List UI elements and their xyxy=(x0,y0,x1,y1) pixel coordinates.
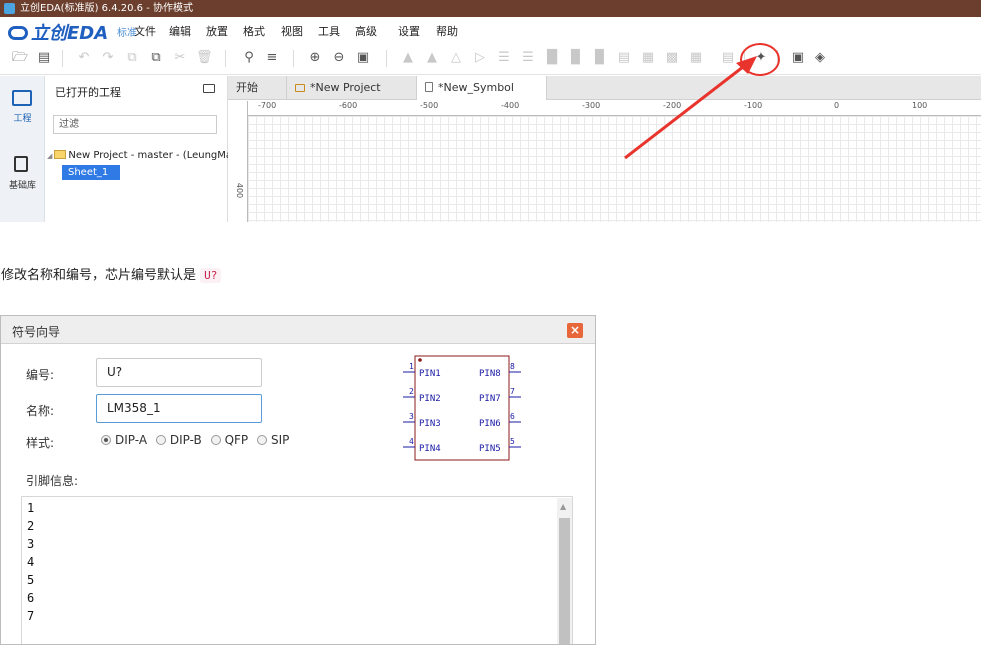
symbol-wizard-dialog: 符号向导 × 编号: U? 名称: LM358_1 样式: DIP-A DIP-… xyxy=(0,315,596,645)
radio-label: QFP xyxy=(224,433,249,447)
pin-line-text: 4 xyxy=(27,555,35,569)
arrow-shaft xyxy=(624,58,753,160)
radio-dip-b[interactable]: DIP-B xyxy=(155,433,202,447)
symbol-preview: 1 2 3 4 PIN1 PIN2 PIN3 PIN4 8 7 6 5 PIN8… xyxy=(403,355,521,461)
pin-name: PIN5 xyxy=(479,444,501,454)
pin-line-text: 6 xyxy=(27,591,35,605)
pin-number: 3 xyxy=(409,412,414,421)
pin-name: PIN1 xyxy=(419,369,441,379)
pin-number: 2 xyxy=(409,387,414,396)
inline-code: U? xyxy=(200,268,222,283)
radio-button-icon[interactable] xyxy=(210,435,221,445)
scroll-up-icon[interactable]: ▲ xyxy=(560,502,566,511)
name-label: 名称: xyxy=(26,404,55,418)
pin-number: 5 xyxy=(510,437,515,446)
pin-name: PIN2 xyxy=(419,394,441,404)
close-icon[interactable]: × xyxy=(567,323,583,338)
pin-name: PIN7 xyxy=(479,394,501,404)
pin-name: PIN4 xyxy=(419,444,441,454)
number-label: 编号: xyxy=(26,368,55,382)
vertical-scrollbar[interactable]: ▲ xyxy=(557,498,572,644)
style-radio-group: DIP-A DIP-B QFP SIP xyxy=(101,433,294,447)
pin1-marker xyxy=(418,358,422,362)
radio-qfp[interactable]: QFP xyxy=(210,433,249,447)
scroll-thumb[interactable] xyxy=(559,518,570,644)
radio-sip[interactable]: SIP xyxy=(257,433,289,447)
right-pins: 8 7 6 5 PIN8 PIN7 PIN6 PIN5 xyxy=(479,362,521,454)
radio-button-icon[interactable] xyxy=(101,435,111,445)
pin-number: 1 xyxy=(409,362,414,371)
pin-number: 6 xyxy=(510,412,515,421)
pin-name: PIN8 xyxy=(479,369,501,379)
pin-number: 7 xyxy=(510,387,515,396)
radio-label: SIP xyxy=(271,433,290,447)
pin-name: PIN3 xyxy=(419,419,441,429)
style-label: 样式: xyxy=(26,436,55,450)
dialog-title: 符号向导 xyxy=(12,325,61,339)
left-pins: 1 2 3 4 PIN1 PIN2 PIN3 PIN4 xyxy=(403,362,441,454)
radio-button-icon[interactable] xyxy=(155,435,166,445)
dialog-header: 符号向导 × xyxy=(1,316,595,344)
radio-label: DIP-B xyxy=(169,433,202,447)
radio-label: DIP-A xyxy=(115,433,148,447)
radio-dip-a[interactable]: DIP-A xyxy=(101,433,147,447)
radio-button-icon[interactable] xyxy=(257,435,267,445)
pin-line-text: 7 xyxy=(27,609,35,623)
caption-text: 修改名称和编号，芯片编号默认是 U? xyxy=(1,264,222,283)
pin-number: 8 xyxy=(510,362,515,371)
pin-line-text: 2 xyxy=(27,519,35,533)
pin-number: 4 xyxy=(409,437,414,446)
pin-line-text: 5 xyxy=(27,573,35,587)
pin-name: PIN6 xyxy=(479,419,501,429)
name-input[interactable]: LM358_1 xyxy=(96,394,262,423)
pins-textarea[interactable]: 1 2 3 4 5 6 7 ▲ xyxy=(21,496,573,644)
pins-info-label: 引脚信息: xyxy=(26,474,79,488)
number-input[interactable]: U? xyxy=(96,358,262,387)
pin-line-text: 1 xyxy=(27,501,35,515)
caption-label: 修改名称和编号，芯片编号默认是 xyxy=(1,268,197,283)
annotation-arrow xyxy=(624,56,757,160)
eda-window: 立创EDA(标准版) 6.4.20.6 - 协作模式 立创EDA 标准 文件 编… xyxy=(0,0,981,222)
pin-line-text: 3 xyxy=(27,537,35,551)
